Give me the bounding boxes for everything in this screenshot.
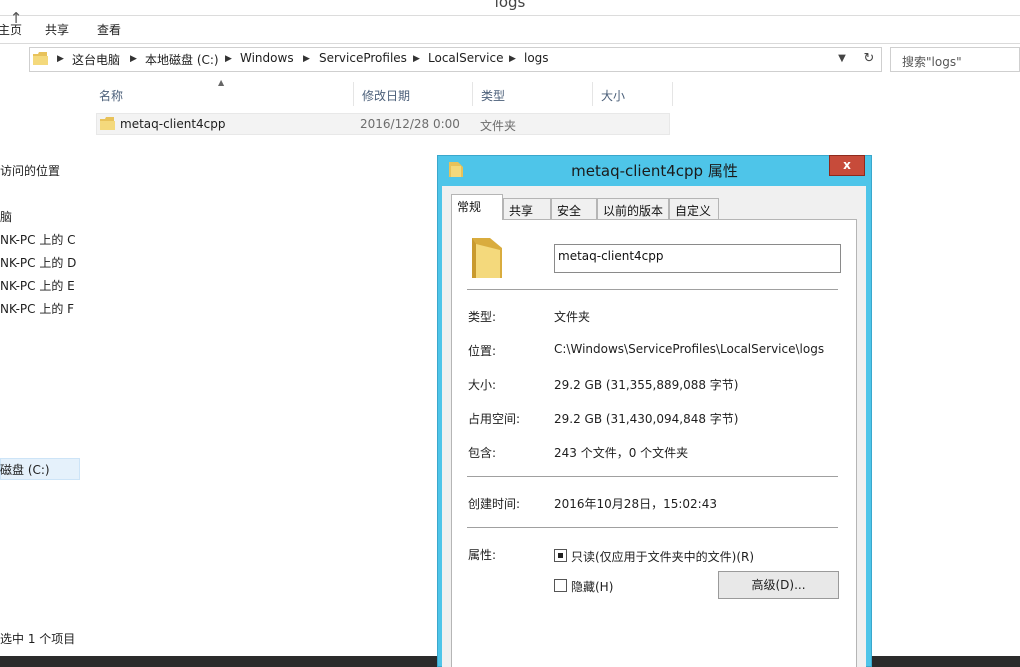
file-type: 文件夹: [480, 119, 517, 133]
breadcrumb-separator-icon[interactable]: ▶: [303, 51, 310, 67]
ribbon-tab-share[interactable]: 共享: [45, 21, 69, 38]
breadcrumb-separator-icon[interactable]: ▶: [509, 51, 516, 67]
address-dropdown-icon[interactable]: ▼: [835, 52, 849, 66]
dialog-title: metaq-client4cpp 属性: [571, 162, 738, 180]
divider: [467, 289, 838, 290]
attributes-label: 属性:: [468, 548, 497, 562]
breadcrumb-localservice[interactable]: LocalService: [428, 51, 503, 65]
tab-previous-versions[interactable]: 以前的版本: [597, 198, 669, 219]
tab-sharing[interactable]: 共享: [503, 198, 551, 219]
navpane-item-drive-c[interactable]: NK-PC 上的 C: [0, 231, 76, 248]
hidden-checkbox[interactable]: [554, 579, 567, 592]
ribbon-tab-view[interactable]: 查看: [97, 21, 121, 38]
breadcrumb-serviceprofiles[interactable]: ServiceProfiles: [319, 51, 407, 65]
size-value: 29.2 GB (31,355,889,088 字节): [554, 378, 739, 392]
tab-general[interactable]: 常规: [451, 194, 503, 220]
general-tab-panel: [451, 219, 857, 667]
contains-label: 包含:: [468, 446, 497, 460]
explorer-titlebar: logs: [0, 0, 1020, 16]
readonly-checkbox[interactable]: [554, 549, 567, 562]
breadcrumb-separator-icon[interactable]: ▶: [57, 51, 64, 67]
breadcrumb-logs[interactable]: logs: [524, 51, 549, 65]
contains-value: 243 个文件，0 个文件夹: [554, 446, 689, 460]
column-header-size[interactable]: 大小: [593, 82, 673, 106]
navpane-item-recent[interactable]: 访问的位置: [0, 162, 60, 179]
size-on-disk-label: 占用空间:: [468, 412, 521, 426]
folder-icon: [472, 238, 502, 278]
folder-name-field[interactable]: metaq-client4cpp: [554, 244, 841, 273]
location-value: C:\Windows\ServiceProfiles\LocalService\…: [554, 342, 825, 356]
size-label: 大小:: [468, 378, 497, 392]
refresh-icon[interactable]: ↻: [861, 51, 877, 67]
column-header-modified[interactable]: 修改日期: [354, 82, 473, 106]
search-input[interactable]: 搜索"logs": [890, 47, 1020, 72]
divider: [467, 476, 838, 477]
ribbon: 主页 共享 查看: [0, 16, 1020, 44]
created-value: 2016年10月28日，15:02:43: [554, 497, 717, 511]
tab-security[interactable]: 安全: [551, 198, 597, 219]
advanced-button[interactable]: 高级(D)...: [718, 571, 839, 599]
breadcrumb-this-pc[interactable]: 这台电脑: [72, 51, 120, 68]
breadcrumb-local-disk[interactable]: 本地磁盘 (C:): [145, 51, 219, 68]
column-header-name[interactable]: 名称: [91, 82, 354, 106]
created-label: 创建时间:: [468, 497, 521, 511]
breadcrumb-separator-icon[interactable]: ▶: [130, 51, 137, 67]
breadcrumb-separator-icon[interactable]: ▶: [413, 51, 420, 67]
size-on-disk-value: 29.2 GB (31,430,094,848 字节): [554, 412, 739, 426]
up-arrow-icon[interactable]: ↑: [8, 10, 24, 26]
close-button[interactable]: x: [829, 155, 865, 176]
column-header-type[interactable]: 类型: [473, 82, 593, 106]
divider: [467, 527, 838, 528]
navpane-item-drive-d[interactable]: NK-PC 上的 D: [0, 254, 76, 271]
file-name[interactable]: metaq-client4cpp: [120, 117, 226, 131]
readonly-label[interactable]: 只读(仅应用于文件夹中的文件)(R): [571, 548, 754, 565]
breadcrumb-windows[interactable]: Windows: [240, 51, 294, 65]
location-label: 位置:: [468, 344, 497, 358]
search-placeholder: 搜索"logs": [902, 55, 962, 69]
navpane-item-drive-e[interactable]: NK-PC 上的 E: [0, 277, 75, 294]
breadcrumb-separator-icon[interactable]: ▶: [225, 51, 232, 67]
folder-icon: [33, 52, 48, 65]
navpane-item-this-pc[interactable]: 脑: [0, 208, 12, 225]
folder-icon: [100, 117, 115, 130]
navpane-item-drive-f[interactable]: NK-PC 上的 F: [0, 300, 74, 317]
window-title: logs: [494, 0, 526, 11]
type-value: 文件夹: [554, 310, 591, 324]
type-label: 类型:: [468, 310, 497, 324]
navpane-item-local-disk[interactable]: 磁盘 (C:): [0, 461, 50, 478]
hidden-label[interactable]: 隐藏(H): [571, 578, 613, 595]
tab-customize[interactable]: 自定义: [669, 198, 719, 219]
file-modified: 2016/12/28 0:00: [360, 117, 460, 131]
status-text: 选中 1 个项目: [0, 632, 76, 646]
